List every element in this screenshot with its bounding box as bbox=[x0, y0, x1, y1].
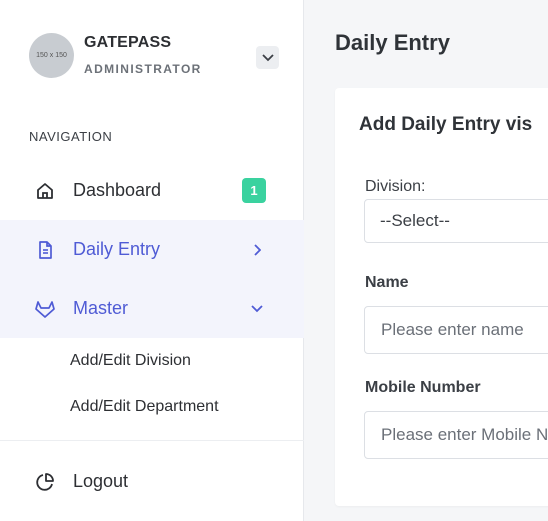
nav-item-master[interactable]: Master bbox=[0, 279, 304, 338]
division-label: Division: bbox=[365, 178, 426, 195]
sidebar: 150 x 150 GATEPASS ADMINISTRATOR NAVIGAT… bbox=[0, 0, 304, 521]
name-label: Name bbox=[365, 274, 409, 291]
gitlab-icon bbox=[34, 298, 56, 320]
chevron-right-icon bbox=[250, 243, 264, 257]
nav-label-daily-entry: Daily Entry bbox=[73, 239, 161, 259]
sub-item-add-edit-division[interactable]: Add/Edit Division bbox=[70, 352, 191, 370]
profile-header: 150 x 150 GATEPASS ADMINISTRATOR bbox=[0, 0, 304, 110]
division-select[interactable]: --Select-- bbox=[364, 199, 548, 243]
card-title: Add Daily Entry vis bbox=[359, 114, 533, 135]
nav-label-logout: Logout bbox=[73, 471, 129, 491]
chevron-down-icon bbox=[250, 302, 264, 316]
profile-role: ADMINISTRATOR bbox=[84, 62, 202, 76]
profile-name: GATEPASS bbox=[84, 34, 172, 51]
dashboard-count-badge: 1 bbox=[242, 178, 266, 203]
nav-heading: NAVIGATION bbox=[29, 129, 113, 144]
pie-chart-icon bbox=[34, 471, 56, 493]
document-icon bbox=[34, 239, 56, 261]
nav-item-daily-entry[interactable]: Daily Entry bbox=[0, 220, 304, 279]
avatar: 150 x 150 bbox=[29, 33, 74, 78]
nav-label-dashboard: Dashboard bbox=[73, 180, 162, 200]
mobile-field[interactable] bbox=[364, 411, 548, 459]
sub-item-add-edit-department[interactable]: Add/Edit Department bbox=[70, 398, 219, 416]
home-icon bbox=[34, 180, 56, 202]
name-input[interactable] bbox=[381, 320, 548, 340]
profile-menu-toggle[interactable] bbox=[256, 46, 279, 69]
nav-item-logout[interactable]: Logout bbox=[0, 452, 304, 511]
page-title: Daily Entry bbox=[335, 30, 450, 55]
sidebar-divider bbox=[0, 440, 304, 441]
mobile-input[interactable] bbox=[381, 425, 548, 445]
division-selected-value: --Select-- bbox=[380, 211, 450, 230]
name-field[interactable] bbox=[364, 306, 548, 354]
chevron-down-icon bbox=[261, 53, 274, 61]
nav-label-master: Master bbox=[73, 298, 129, 318]
mobile-label: Mobile Number bbox=[365, 379, 481, 396]
